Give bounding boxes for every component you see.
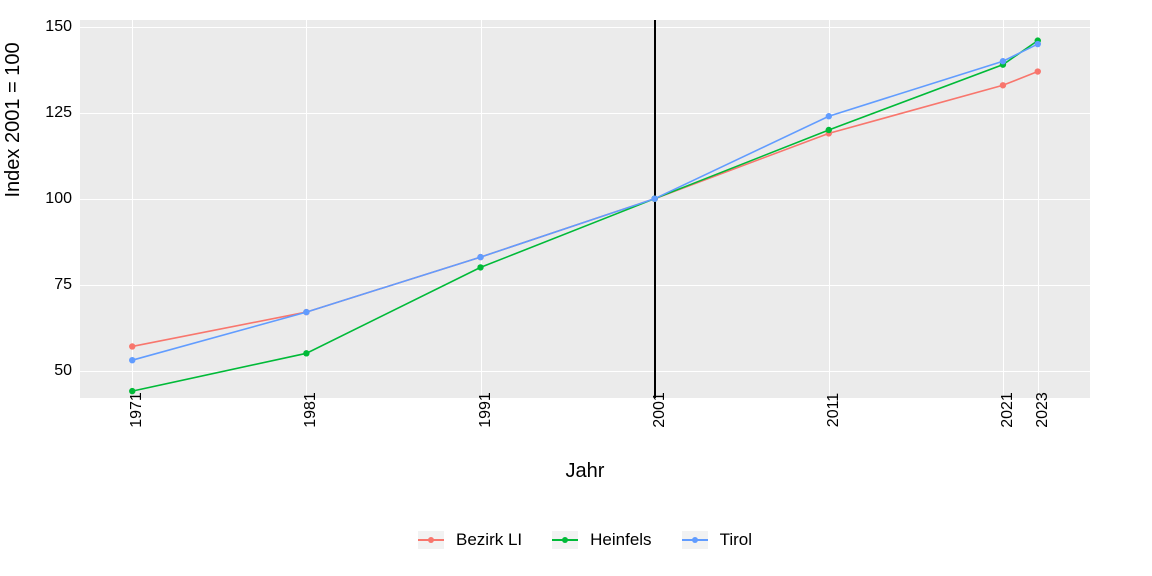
series-point [303,309,309,315]
chart-container: Index 2001 = 100 5075100125150 197119811… [0,0,1152,576]
x-tick-label: 1981 [302,392,320,428]
series-point [1000,58,1006,64]
x-tick-label: 2021 [999,392,1017,428]
legend-item: Bezirk LI [418,530,522,550]
x-tick-label: 2001 [651,392,669,428]
y-tick-label: 50 [12,362,72,380]
legend-item: Tirol [682,530,752,550]
legend-label: Heinfels [590,530,651,550]
x-axis-title: Jahr [80,460,1090,483]
x-tick-label: 2023 [1034,392,1052,428]
series-line [132,72,1038,347]
x-tick-label: 1971 [128,392,146,428]
legend-key-icon [682,531,708,549]
y-tick-label: 125 [12,104,72,122]
legend-item: Heinfels [552,530,651,550]
y-tick-label: 75 [12,276,72,294]
y-tick-label: 150 [12,18,72,36]
plot-lines [80,20,1090,398]
legend-key-icon [552,531,578,549]
x-tick-label: 2011 [825,393,843,427]
y-tick-label: 100 [12,190,72,208]
series-point [1035,68,1041,74]
series-point [129,357,135,363]
legend-key-icon [418,531,444,549]
series-point [477,264,483,270]
legend: Bezirk LI Heinfels Tirol [80,520,1090,560]
legend-label: Tirol [720,530,752,550]
plot-panel [80,20,1090,398]
series-point [1035,41,1041,47]
series-line [132,44,1038,360]
x-axis-title-text: Jahr [566,460,605,482]
series-point [826,113,832,119]
legend-label: Bezirk LI [456,530,522,550]
series-point [651,195,657,201]
series-point [1000,82,1006,88]
x-tick-label: 1991 [477,392,495,428]
series-point [826,127,832,133]
series-point [303,350,309,356]
series-point [129,343,135,349]
series-point [477,254,483,260]
